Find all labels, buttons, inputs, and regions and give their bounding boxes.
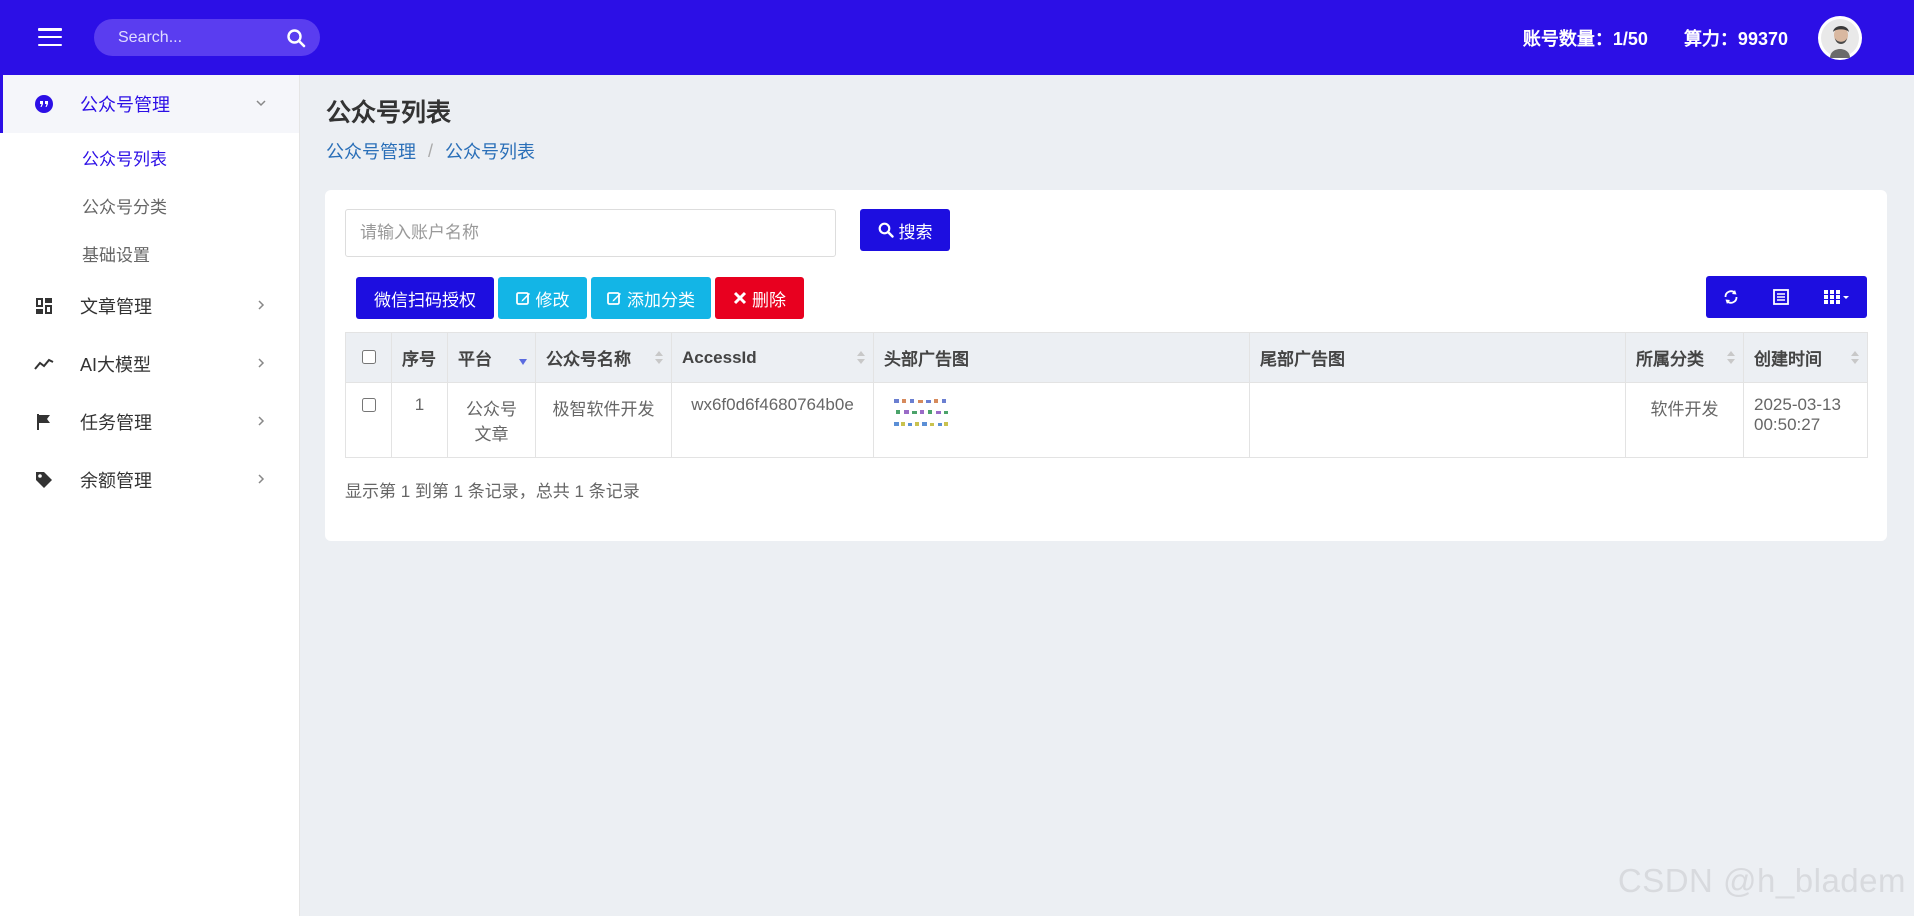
search-icon	[878, 222, 894, 238]
search-icon[interactable]	[286, 28, 306, 48]
breadcrumb-item-official-accounts[interactable]: 公众号管理	[326, 138, 416, 164]
edit-button[interactable]: 修改	[498, 277, 587, 319]
row-select-cell	[345, 382, 392, 458]
chevron-down-icon	[256, 100, 266, 107]
global-search-input[interactable]	[118, 28, 286, 47]
sidebar-item-label: AI大模型	[80, 355, 152, 375]
cell-created-time: 2025-03-13 00:50:27	[1743, 382, 1868, 458]
edit-icon	[607, 291, 621, 305]
breadcrumb-item-account-list[interactable]: 公众号列表	[445, 138, 535, 164]
sidebar-item-label: 余额管理	[80, 471, 152, 491]
sidebar: 公众号管理 公众号列表 公众号分类 基础设置 文章管理 AI大模型 任务管理 余…	[0, 75, 300, 916]
account-table: 序号 平台 公众号名称 AccessId 头部广告图 尾部广告图 所属分类 创建…	[345, 332, 1868, 458]
sidebar-item-balance[interactable]: 余额管理	[0, 451, 299, 509]
close-icon	[733, 291, 747, 305]
chevron-right-icon	[258, 474, 265, 484]
flag-icon	[34, 412, 54, 432]
sidebar-item-articles[interactable]: 文章管理	[0, 277, 299, 335]
sidebar-item-label: 任务管理	[80, 413, 152, 433]
sidebar-item-label: 文章管理	[80, 297, 152, 317]
trend-line-icon	[34, 354, 54, 374]
page-title: 公众号列表	[326, 99, 452, 127]
sidebar-item-label: 公众号管理	[80, 95, 170, 115]
cell-index: 1	[391, 382, 448, 458]
sidebar-item-ai-models[interactable]: AI大模型	[0, 335, 299, 393]
search-button-label: 搜索	[898, 222, 933, 242]
header-stats: 账号数量：1/50 算力：99370	[1487, 0, 1788, 75]
chevron-right-icon	[258, 416, 265, 426]
edit-icon	[515, 291, 530, 305]
sidebar-item-official-accounts[interactable]: 公众号管理	[0, 75, 299, 133]
cell-access-id: wx6f0d6f4680764b0e	[671, 382, 874, 458]
breadcrumb-separator: /	[428, 140, 434, 161]
global-search	[94, 19, 320, 56]
column-header-account-name[interactable]: 公众号名称	[535, 332, 672, 383]
delete-button[interactable]: 删除	[715, 277, 804, 319]
refresh-button[interactable]	[1706, 276, 1756, 318]
account-list-panel: 搜索 微信扫码授权 修改 添加分类 删除	[325, 190, 1887, 541]
column-header-header-ad: 头部广告图	[873, 332, 1250, 383]
top-navbar: 账号数量：1/50 算力：99370	[0, 0, 1914, 75]
sort-icon	[857, 351, 865, 364]
select-all-checkbox[interactable]	[361, 349, 376, 364]
toggle-view-button[interactable]	[1756, 276, 1806, 318]
user-avatar[interactable]	[1818, 16, 1862, 60]
chevron-right-icon	[258, 358, 265, 368]
menu-toggle-icon[interactable]	[38, 28, 62, 46]
select-all-cell	[345, 332, 392, 383]
cell-category: 软件开发	[1625, 382, 1744, 458]
search-button[interactable]: 搜索	[860, 209, 950, 251]
column-header-platform[interactable]: 平台	[447, 332, 536, 383]
column-header-access-id[interactable]: AccessId	[671, 332, 874, 383]
header-ad-thumbnail[interactable]	[892, 396, 950, 432]
row-checkbox[interactable]	[361, 398, 376, 412]
sidebar-item-tasks[interactable]: 任务管理	[0, 393, 299, 451]
cell-platform: 公众号文章	[447, 382, 536, 458]
delete-button-label: 删除	[752, 290, 786, 310]
csdn-watermark: CSDN @h_bladem	[1617, 862, 1906, 899]
compute-power: 算力：99370	[1683, 28, 1788, 49]
tag-icon	[34, 470, 54, 490]
column-header-index: 序号	[391, 332, 448, 383]
sort-icon	[1727, 351, 1735, 364]
table-header-row: 序号 平台 公众号名称 AccessId 头部广告图 尾部广告图 所属分类 创建…	[345, 332, 1868, 383]
cell-footer-ad	[1249, 382, 1626, 458]
wechat-qr-auth-button[interactable]: 微信扫码授权	[356, 277, 494, 319]
edit-button-label: 修改	[535, 290, 570, 310]
sort-desc-icon	[519, 359, 527, 365]
sort-icon	[655, 351, 663, 364]
pagination-info: 显示第 1 到第 1 条记录，总共 1 条记录	[345, 482, 640, 501]
account-name-search-input[interactable]	[345, 209, 836, 257]
cell-header-ad	[873, 382, 1250, 458]
cell-account-name: 极智软件开发	[535, 382, 672, 458]
grid-columns-icon	[1823, 290, 1849, 304]
add-category-button[interactable]: 添加分类	[591, 277, 711, 319]
avatar-portrait-icon	[1821, 19, 1859, 58]
add-category-button-label: 添加分类	[627, 290, 695, 310]
column-header-footer-ad: 尾部广告图	[1249, 332, 1626, 383]
sort-icon	[1851, 351, 1859, 364]
refresh-icon	[1724, 290, 1738, 304]
sidebar-subitem-basic-settings[interactable]: 基础设置	[0, 229, 299, 277]
article-dashboard-icon	[34, 296, 54, 316]
account-count: 账号数量：1/50	[1522, 28, 1648, 49]
wechat-official-icon	[34, 94, 54, 114]
breadcrumb: 公众号管理 / 公众号列表	[326, 138, 535, 164]
sidebar-subitem-account-category[interactable]: 公众号分类	[0, 181, 299, 229]
column-header-category[interactable]: 所属分类	[1625, 332, 1744, 383]
table-row[interactable]: 1 公众号文章 极智软件开发 wx6f0d6f4680764b0e 软件开发 2…	[345, 382, 1868, 458]
chevron-right-icon	[258, 300, 265, 310]
list-view-icon	[1773, 289, 1789, 305]
table-toolbar	[1706, 276, 1867, 318]
columns-dropdown-button[interactable]	[1806, 276, 1867, 318]
column-header-created-time[interactable]: 创建时间	[1743, 332, 1868, 383]
sidebar-subitem-account-list[interactable]: 公众号列表	[0, 133, 299, 181]
